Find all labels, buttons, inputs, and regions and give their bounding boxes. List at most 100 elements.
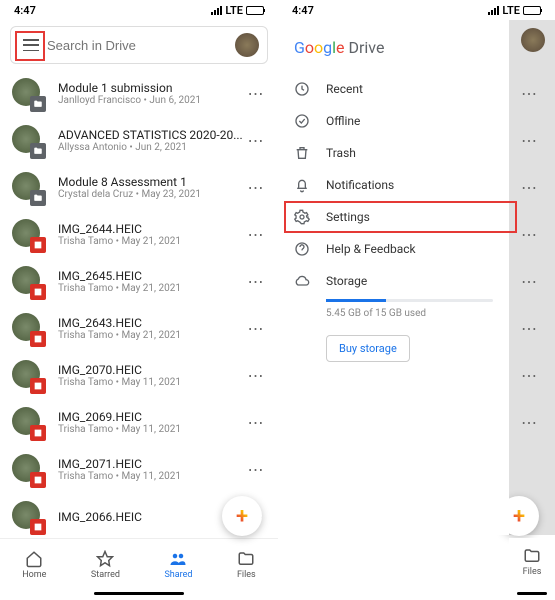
file-item[interactable]: Module 1 submissionJanlloyd Francisco • … <box>0 70 278 117</box>
more-icon[interactable]: ⋯ <box>246 272 266 291</box>
file-item[interactable]: IMG_2071.HEICTrisha Tamo • May 11, 2021⋯ <box>0 446 278 493</box>
item-title: Module 1 submission <box>58 81 246 95</box>
nav-home[interactable]: Home <box>22 550 46 580</box>
item-thumb <box>12 266 44 298</box>
drawer-notifications[interactable]: Notifications <box>278 169 509 201</box>
item-subtitle: Trisha Tamo • May 21, 2021 <box>58 236 246 247</box>
drawer-help[interactable]: Help & Feedback <box>278 233 509 265</box>
more-icon[interactable]: ⋯ <box>246 178 266 197</box>
item-title: Module 8 Assessment 1 <box>58 175 246 189</box>
more-icon[interactable]: ⋯ <box>246 413 266 432</box>
drawer-recent[interactable]: Recent <box>278 73 509 105</box>
battery-icon <box>523 6 541 15</box>
search-bar[interactable] <box>10 26 268 64</box>
nav-starred[interactable]: Starred <box>91 550 120 580</box>
item-title: IMG_2071.HEIC <box>58 457 246 471</box>
highlight-settings <box>284 201 517 233</box>
drawer-label: Notifications <box>326 178 394 192</box>
image-icon <box>30 237 46 253</box>
item-body: IMG_2645.HEICTrisha Tamo • May 21, 2021 <box>58 269 246 294</box>
drawer-label: Storage <box>326 274 367 288</box>
more-icon[interactable]: ⋯ <box>246 319 266 338</box>
more-icon[interactable]: ⋯ <box>521 399 541 446</box>
image-icon <box>30 472 46 488</box>
star-icon <box>96 550 114 568</box>
file-item[interactable]: ADVANCED STATISTICS 2020-20...Allyssa An… <box>0 117 278 164</box>
brand-letter: o <box>305 38 314 57</box>
brand-letter: e <box>336 38 344 57</box>
more-icon[interactable]: ⋯ <box>246 84 266 103</box>
drawer-settings[interactable]: Settings <box>278 201 509 233</box>
item-subtitle: Allyssa Antonio • Jun 2, 2021 <box>58 142 246 153</box>
file-item[interactable]: IMG_2645.HEICTrisha Tamo • May 21, 2021⋯ <box>0 258 278 305</box>
network-label: LTE <box>225 4 243 17</box>
status-time: 4:47 <box>14 4 36 17</box>
more-icon[interactable]: ⋯ <box>521 211 541 258</box>
more-icon[interactable]: ⋯ <box>246 131 266 150</box>
file-item[interactable]: IMG_2643.HEICTrisha Tamo • May 21, 2021⋯ <box>0 305 278 352</box>
signal-icon <box>211 6 222 15</box>
nav-files[interactable]: Files <box>523 538 542 586</box>
nav-files[interactable]: Files <box>237 550 256 580</box>
account-avatar[interactable] <box>235 33 259 57</box>
more-icon[interactable]: ⋯ <box>521 70 541 117</box>
folder-icon <box>30 190 46 206</box>
more-icon[interactable]: ⋯ <box>521 164 541 211</box>
item-body: IMG_2066.HEIC <box>58 510 246 524</box>
background-list-actions: ⋯ ⋯ ⋯ ⋯ ⋯ ⋯ ⋯ ⋯ <box>521 40 541 446</box>
item-body: IMG_2643.HEICTrisha Tamo • May 21, 2021 <box>58 316 246 341</box>
item-thumb <box>12 360 44 392</box>
drawer-label: Settings <box>326 210 370 224</box>
item-body: ADVANCED STATISTICS 2020-20...Allyssa An… <box>58 128 246 153</box>
buy-storage-button[interactable]: Buy storage <box>326 335 410 362</box>
nav-shared[interactable]: Shared <box>164 550 192 580</box>
fab-add[interactable]: + <box>222 496 262 536</box>
file-item[interactable]: IMG_2069.HEICTrisha Tamo • May 11, 2021⋯ <box>0 399 278 446</box>
storage-bar <box>326 299 493 302</box>
item-thumb <box>12 172 44 204</box>
more-icon[interactable]: ⋯ <box>246 366 266 385</box>
more-icon[interactable]: ⋯ <box>521 117 541 164</box>
screen-files-list: 4:47 LTE Module 1 submissionJanlloyd Fra… <box>0 0 278 600</box>
item-title: IMG_2069.HEIC <box>58 410 246 424</box>
item-thumb <box>12 407 44 439</box>
more-icon[interactable]: ⋯ <box>521 258 541 305</box>
nav-label: Starred <box>91 570 120 580</box>
item-subtitle: Janlloyd Francisco • Jun 6, 2021 <box>58 95 246 106</box>
gear-icon <box>294 209 310 225</box>
nav-drawer: Google Drive Recent Offline Trash Notifi… <box>278 20 509 535</box>
brand-letter: o <box>314 38 323 57</box>
file-item[interactable]: IMG_2070.HEICTrisha Tamo • May 11, 2021⋯ <box>0 352 278 399</box>
more-icon[interactable]: ⋯ <box>521 352 541 399</box>
drawer-trash[interactable]: Trash <box>278 137 509 169</box>
more-icon[interactable]: ⋯ <box>246 225 266 244</box>
image-icon <box>30 331 46 347</box>
drawer-storage[interactable]: Storage <box>278 265 509 297</box>
item-subtitle: Trisha Tamo • May 11, 2021 <box>58 377 246 388</box>
image-icon <box>30 378 46 394</box>
screen-drawer: 4:47 LTE ⋯ ⋯ ⋯ ⋯ ⋯ ⋯ ⋯ ⋯ + Google Drive … <box>278 0 555 600</box>
file-item[interactable]: Module 8 Assessment 1Crystal dela Cruz •… <box>0 164 278 211</box>
item-title: IMG_2066.HEIC <box>58 510 246 524</box>
search-input[interactable] <box>47 38 227 53</box>
file-item[interactable]: IMG_2644.HEICTrisha Tamo • May 21, 2021⋯ <box>0 211 278 258</box>
more-icon[interactable]: ⋯ <box>246 460 266 479</box>
folder-icon <box>30 143 46 159</box>
item-title: IMG_2643.HEIC <box>58 316 246 330</box>
nav-label: Files <box>237 570 256 580</box>
item-body: Module 8 Assessment 1Crystal dela Cruz •… <box>58 175 246 200</box>
folder-icon <box>523 547 541 565</box>
item-body: IMG_2644.HEICTrisha Tamo • May 21, 2021 <box>58 222 246 247</box>
more-icon[interactable]: ⋯ <box>521 305 541 352</box>
item-thumb <box>12 125 44 157</box>
nav-label: Files <box>523 567 542 577</box>
file-list: Module 1 submissionJanlloyd Francisco • … <box>0 70 278 538</box>
highlight-menu <box>15 31 45 61</box>
home-icon <box>25 550 43 568</box>
item-body: Module 1 submissionJanlloyd Francisco • … <box>58 81 246 106</box>
drawer-offline[interactable]: Offline <box>278 105 509 137</box>
item-body: IMG_2069.HEICTrisha Tamo • May 11, 2021 <box>58 410 246 435</box>
status-bar: 4:47 LTE <box>278 0 555 20</box>
home-indicator <box>517 586 547 600</box>
item-title: ADVANCED STATISTICS 2020-20... <box>58 128 246 142</box>
